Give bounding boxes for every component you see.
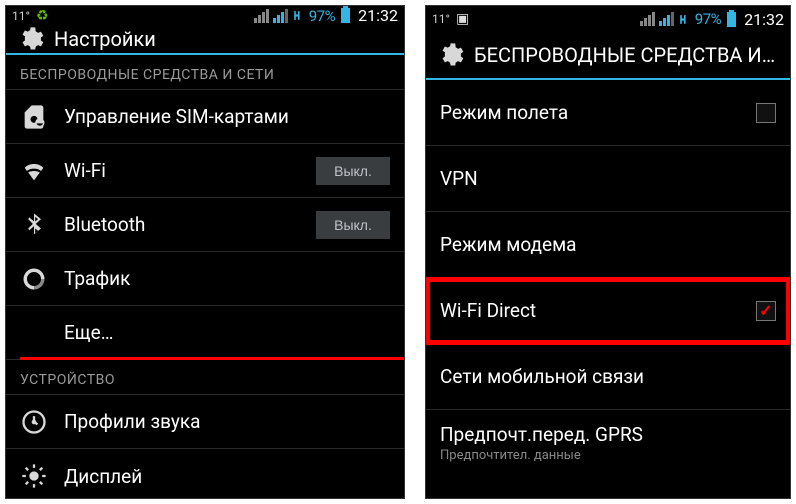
bluetooth-toggle[interactable]: Выкл. bbox=[316, 211, 390, 239]
item-sublabel: Предпочтител. данные bbox=[440, 448, 776, 463]
item-label: VPN bbox=[440, 167, 776, 190]
item-label: Дисплей bbox=[64, 465, 390, 488]
item-bluetooth[interactable]: Bluetooth Выкл. bbox=[6, 198, 404, 252]
action-bar: Настройки bbox=[6, 25, 404, 55]
data-hsdpa-icon bbox=[292, 9, 305, 22]
sim-card-icon bbox=[20, 103, 48, 131]
item-wifi-direct[interactable]: Wi-Fi Direct bbox=[426, 278, 790, 344]
more-wireless-list: Режим полета VPN Режим модема Wi-Fi Dire… bbox=[426, 80, 790, 476]
item-label: Предпочт.перед. GPRS bbox=[440, 423, 776, 446]
item-data-usage[interactable]: Трафик bbox=[6, 252, 404, 306]
wifi-toggle[interactable]: Выкл. bbox=[316, 157, 390, 185]
battery-percent: 97% bbox=[695, 10, 721, 28]
item-vpn[interactable]: VPN bbox=[426, 146, 790, 212]
airplane-checkbox[interactable] bbox=[756, 103, 776, 123]
item-airplane-mode[interactable]: Режим полета bbox=[426, 80, 790, 146]
item-label: Wi-Fi bbox=[64, 159, 300, 182]
item-label: Трафик bbox=[64, 267, 390, 290]
item-label: Управление SIM-картами bbox=[64, 105, 390, 128]
data-hsdpa-icon bbox=[678, 13, 691, 26]
item-label: Режим модема bbox=[440, 233, 776, 256]
signal-sim2-icon bbox=[273, 9, 288, 23]
notification-recycle-icon: ♻ bbox=[36, 9, 49, 23]
item-label: Bluetooth bbox=[64, 213, 300, 236]
item-label: Сети мобильной связи bbox=[440, 365, 776, 388]
temperature: 11° bbox=[432, 12, 450, 26]
item-label: Еще… bbox=[64, 321, 390, 344]
display-icon bbox=[20, 462, 48, 490]
temperature: 11° bbox=[12, 9, 30, 23]
wifi-icon bbox=[20, 157, 48, 185]
battery-percent: 97% bbox=[309, 7, 335, 25]
item-mobile-networks[interactable]: Сети мобильной связи bbox=[426, 344, 790, 410]
item-gprs-preference[interactable]: Предпочт.перед. GPRS Предпочтител. данны… bbox=[426, 410, 790, 476]
item-more[interactable]: Еще… bbox=[6, 306, 404, 360]
sound-profiles-icon bbox=[20, 408, 48, 436]
clock: 21:32 bbox=[744, 10, 784, 29]
screenshot-notification-icon: ▣ bbox=[456, 11, 469, 27]
item-sound-profiles[interactable]: Профили звука bbox=[6, 395, 404, 449]
signal-sim1-icon bbox=[254, 9, 269, 23]
bluetooth-icon bbox=[20, 211, 48, 239]
signal-sim1-icon bbox=[640, 12, 655, 26]
status-bar: 11° ♻ 97% 21:32 bbox=[6, 6, 404, 25]
signal-sim2-icon bbox=[659, 12, 674, 26]
screenshot-wireless-more: 11° ▣ 97% 21:32 БЕСПРОВОДНЫЕ СРЕДСТВА И … bbox=[425, 5, 791, 499]
battery-icon bbox=[341, 8, 350, 23]
section-device: УСТРОЙСТВО bbox=[6, 360, 404, 395]
settings-gear-icon bbox=[436, 41, 464, 69]
page-title: БЕСПРОВОДНЫЕ СРЕДСТВА И СЕ… bbox=[474, 43, 780, 67]
action-bar: БЕСПРОВОДНЫЕ СРЕДСТВА И СЕ… bbox=[426, 32, 790, 80]
section-wireless: БЕСПРОВОДНЫЕ СРЕДСТВА И СЕТИ bbox=[6, 55, 404, 90]
page-title: Настройки bbox=[54, 27, 156, 51]
item-label: Режим полета bbox=[440, 101, 740, 124]
battery-icon bbox=[727, 12, 736, 27]
item-label: Профили звука bbox=[64, 410, 390, 433]
settings-list: БЕСПРОВОДНЫЕ СРЕДСТВА И СЕТИ Управление … bbox=[6, 55, 404, 499]
clock: 21:32 bbox=[358, 6, 398, 25]
item-label: Wi-Fi Direct bbox=[440, 299, 740, 322]
item-wifi[interactable]: Wi-Fi Выкл. bbox=[6, 144, 404, 198]
wifi-direct-checkbox[interactable] bbox=[756, 301, 776, 321]
item-display[interactable]: Дисплей bbox=[6, 449, 404, 499]
status-bar: 11° ▣ 97% 21:32 bbox=[426, 6, 790, 32]
item-tethering[interactable]: Режим модема bbox=[426, 212, 790, 278]
screenshot-settings-main: 11° ♻ 97% 21:32 Настройки БЕСПРОВОДНЫЕ С… bbox=[5, 5, 405, 499]
item-sim-management[interactable]: Управление SIM-картами bbox=[6, 90, 404, 144]
data-usage-icon bbox=[20, 265, 48, 293]
settings-gear-icon bbox=[16, 25, 44, 53]
